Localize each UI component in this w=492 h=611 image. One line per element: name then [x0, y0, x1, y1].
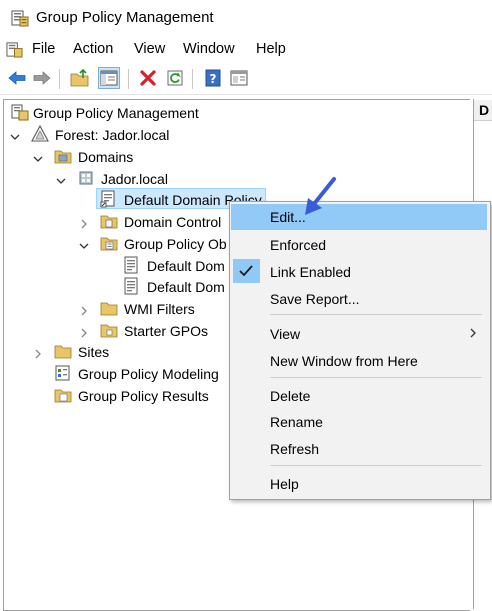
context-menu-view-label: View	[270, 326, 301, 342]
context-menu-separator	[270, 465, 482, 466]
gpo-link-icon	[100, 190, 118, 208]
context-menu-item-view[interactable]	[230, 320, 488, 346]
context-menu-item-edit[interactable]	[230, 204, 488, 230]
chevron-right-icon[interactable]	[79, 216, 89, 229]
context-menu-item-refresh[interactable]	[230, 435, 488, 461]
chevron-down-icon[interactable]	[56, 173, 66, 184]
menu-view[interactable]: View	[134, 40, 165, 58]
tree-item-starter-gpos[interactable]: Starter GPOs	[124, 322, 208, 340]
chevron-down-icon[interactable]	[79, 238, 89, 249]
forward-icon[interactable]	[31, 67, 53, 89]
menu-help[interactable]: Help	[256, 40, 286, 58]
toolbar-separator	[59, 69, 60, 89]
annotation-arrow-icon	[300, 176, 340, 218]
tree-item-gpm-root[interactable]: Group Policy Management	[33, 104, 199, 122]
tree-item-group-policy-objects[interactable]: Group Policy Ob	[124, 235, 227, 253]
context-menu-rename-label: Rename	[270, 414, 323, 430]
context-menu-item-help[interactable]	[230, 470, 488, 496]
show-hide-tree-icon[interactable]	[98, 67, 120, 89]
menu-action[interactable]: Action	[73, 40, 113, 58]
gpo-container-icon	[100, 234, 118, 252]
delete-icon[interactable]	[137, 67, 159, 89]
context-menu-new-window-label: New Window from Here	[270, 353, 418, 369]
context-menu-item-delete[interactable]	[230, 382, 488, 408]
sites-icon	[54, 342, 72, 360]
menu-window[interactable]: Window	[183, 40, 235, 58]
chevron-right-icon[interactable]	[33, 346, 43, 359]
context-menu-item-link-enabled[interactable]	[230, 258, 488, 284]
chevron-right-icon[interactable]	[79, 325, 89, 338]
window-title: Group Policy Management	[36, 9, 214, 26]
chevron-right-icon[interactable]	[79, 303, 89, 316]
gpo-icon	[122, 256, 140, 274]
menu-file[interactable]: File	[32, 40, 55, 58]
tree-item-gpo[interactable]: Default Dom	[147, 278, 225, 296]
starter-gpos-icon	[100, 321, 118, 339]
context-menu-refresh-label: Refresh	[270, 441, 320, 457]
tree-item-domain[interactable]: Jador.local	[101, 170, 168, 188]
context-menu-delete-label: Delete	[270, 388, 311, 404]
tree-item-domain-controllers[interactable]: Domain Control	[124, 213, 221, 231]
properties-icon[interactable]	[228, 67, 250, 89]
tree-item-modeling[interactable]: Group Policy Modeling	[78, 365, 219, 383]
gpm-app-icon[interactable]	[11, 9, 29, 27]
tree-item-sites[interactable]: Sites	[78, 343, 109, 361]
details-pane-title: D	[479, 102, 490, 118]
tree-item-gpo[interactable]: Default Dom	[147, 257, 225, 275]
toolbar-separator	[128, 69, 129, 89]
submenu-arrow-icon	[468, 326, 478, 338]
context-menu-item-enforced[interactable]	[230, 231, 488, 257]
context-menu-link-enabled-label: Link Enabled	[270, 264, 351, 280]
domain-icon	[77, 169, 95, 187]
back-icon[interactable]	[6, 67, 28, 89]
domains-icon	[54, 147, 72, 165]
context-menu-help-label: Help	[270, 476, 299, 492]
ou-icon	[100, 212, 118, 230]
tree-item-domains[interactable]: Domains	[78, 148, 133, 166]
context-menu-item-rename[interactable]	[230, 409, 488, 435]
tree-item-forest[interactable]: Forest: Jador.local	[55, 126, 169, 144]
chevron-down-icon[interactable]	[33, 151, 43, 162]
forest-icon	[31, 124, 49, 143]
help-icon[interactable]: ?	[202, 67, 224, 89]
context-menu-separator	[270, 377, 482, 378]
tree-item-results[interactable]: Group Policy Results	[78, 387, 209, 405]
context-menu-save-report-label: Save Report...	[270, 291, 360, 307]
context-menu-separator	[270, 314, 482, 315]
svg-text:?: ?	[210, 72, 217, 86]
refresh-icon[interactable]	[164, 67, 186, 89]
gpm-root-icon	[11, 103, 29, 121]
up-folder-icon[interactable]	[69, 67, 91, 89]
results-icon	[54, 386, 72, 404]
context-menu-enforced-label: Enforced	[270, 237, 327, 253]
wmi-filters-icon	[100, 299, 118, 317]
tree-item-wmi-filters[interactable]: WMI Filters	[124, 300, 195, 318]
gpo-icon	[122, 277, 140, 295]
system-menu-icon[interactable]	[6, 41, 23, 58]
chevron-down-icon[interactable]	[10, 129, 20, 140]
toolbar-separator	[192, 69, 193, 89]
modeling-icon	[54, 364, 72, 382]
